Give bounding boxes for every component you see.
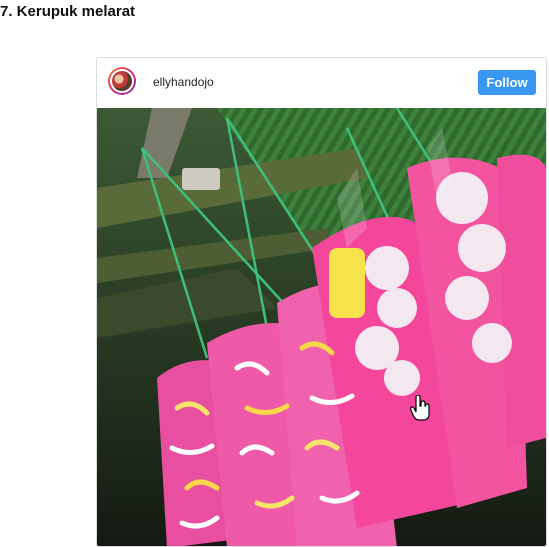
post-photo-illustration (97, 108, 546, 546)
article-heading: 7. Kerupuk melarat (0, 3, 136, 20)
profile-avatar[interactable] (108, 67, 136, 95)
post-photo[interactable] (97, 108, 546, 546)
embed-header: ellyhandojo Follow (97, 58, 546, 108)
instagram-embed: ellyhandojo Follow (96, 57, 547, 547)
avatar-image (112, 71, 132, 91)
follow-button[interactable]: Follow (478, 70, 536, 95)
avatar-ring (110, 69, 134, 93)
username-link[interactable]: ellyhandojo (153, 75, 214, 89)
hand-cursor-icon (410, 395, 430, 421)
